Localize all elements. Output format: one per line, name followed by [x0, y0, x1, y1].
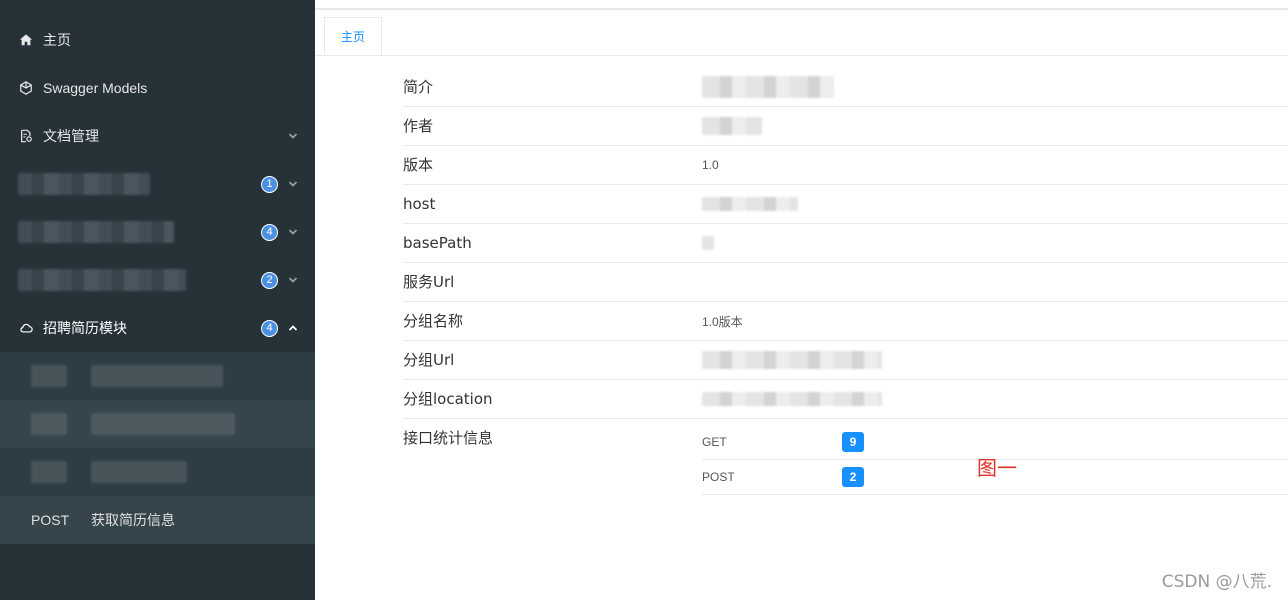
redacted-label: [18, 173, 150, 195]
http-method: POST: [702, 470, 735, 484]
redacted-label: [91, 413, 235, 435]
cloud-icon: [18, 320, 34, 336]
api-item[interactable]: [0, 400, 315, 448]
figure-annotation: 图一: [977, 456, 1017, 480]
sidebar-group-resume-module[interactable]: 招聘简历模块 4: [0, 304, 315, 352]
sidebar-item-label: 文档管理: [43, 128, 99, 144]
row-label: 分组名称: [403, 312, 464, 330]
sidebar-item-label: 主页: [43, 32, 71, 48]
count-badge: 4: [261, 319, 278, 337]
redacted-label: [18, 269, 186, 291]
redacted-method: [31, 461, 67, 483]
info-table: 简介 作者 版本 1.0 host basePath 服务Url 分组名称 1.…: [403, 68, 1288, 495]
http-method: POST: [31, 512, 70, 528]
info-row-host: host: [403, 185, 1288, 224]
chevron-down-icon[interactable]: [288, 227, 298, 237]
sidebar-group-1[interactable]: 1: [0, 160, 315, 208]
submenu: POST 获取简历信息: [0, 352, 315, 544]
info-row-version: 版本 1.0: [403, 146, 1288, 185]
row-label: 版本: [403, 156, 434, 174]
row-value: 1.0: [702, 158, 719, 172]
row-label: basePath: [403, 234, 472, 252]
sidebar: 主页 Swagger Models 文档管理 1 4 2 招聘简历模块 4 PO…: [0, 0, 315, 600]
count-badge: 2: [842, 467, 864, 487]
count-badge: 9: [842, 432, 864, 452]
redacted-value: [702, 197, 798, 211]
count-badge: 2: [261, 271, 278, 289]
tab-bar: 主页: [315, 17, 1288, 56]
info-row-service-url: 服务Url: [403, 263, 1288, 302]
api-label: 获取简历信息: [91, 512, 175, 528]
watermark: CSDN @八荒.: [1161, 572, 1272, 592]
home-icon: [18, 32, 34, 48]
row-label: host: [403, 195, 436, 213]
sidebar-group-2[interactable]: 4: [0, 208, 315, 256]
info-row-api-stats: 接口统计信息 GET 9 POST 2: [403, 419, 1288, 495]
sidebar-item-document-management[interactable]: 文档管理: [0, 112, 315, 160]
document-gear-icon: [18, 128, 34, 144]
chevron-down-icon[interactable]: [288, 275, 298, 285]
row-label: 分组location: [403, 390, 493, 408]
redacted-label: [91, 461, 187, 483]
chevron-up-icon[interactable]: [288, 323, 298, 333]
row-label: 服务Url: [403, 273, 455, 291]
redacted-value: [702, 76, 834, 98]
main-content: 主页 简介 作者 版本 1.0 host basePath 服务Url 分组名称: [315, 0, 1288, 600]
row-label: 分组Url: [403, 351, 455, 369]
info-row-group-url: 分组Url: [403, 341, 1288, 380]
cube-icon: [18, 80, 34, 96]
sidebar-item-swagger-models[interactable]: Swagger Models: [0, 64, 315, 112]
redacted-value: [702, 236, 714, 250]
count-badge: 4: [261, 223, 278, 241]
redacted-method: [31, 413, 67, 435]
info-row-group-location: 分组location: [403, 380, 1288, 419]
api-item[interactable]: [0, 448, 315, 496]
tab-home[interactable]: 主页: [324, 17, 382, 55]
info-row-description: 简介: [403, 68, 1288, 107]
http-method: GET: [702, 435, 727, 449]
api-item[interactable]: [0, 352, 315, 400]
info-row-group-name: 分组名称 1.0版本: [403, 302, 1288, 341]
chevron-down-icon[interactable]: [288, 131, 298, 141]
sidebar-group-3[interactable]: 2: [0, 256, 315, 304]
row-value: 1.0版本: [702, 314, 743, 329]
redacted-label: [91, 365, 223, 387]
redacted-value: [702, 351, 882, 369]
api-item-get-resume[interactable]: POST 获取简历信息: [0, 496, 315, 544]
chevron-down-icon[interactable]: [288, 179, 298, 189]
redacted-method: [31, 365, 67, 387]
sidebar-item-home[interactable]: 主页: [0, 16, 315, 64]
redacted-value: [702, 392, 882, 406]
row-label: 简介: [403, 78, 434, 96]
redacted-label: [18, 221, 174, 243]
row-label: 接口统计信息: [403, 429, 494, 447]
top-divider: [315, 8, 1288, 10]
sidebar-item-label: 招聘简历模块: [43, 320, 127, 336]
row-label: 作者: [403, 117, 434, 135]
info-row-basepath: basePath: [403, 224, 1288, 263]
sidebar-item-label: Swagger Models: [43, 80, 148, 96]
info-row-author: 作者: [403, 107, 1288, 146]
count-badge: 1: [261, 175, 278, 193]
redacted-value: [702, 117, 762, 135]
